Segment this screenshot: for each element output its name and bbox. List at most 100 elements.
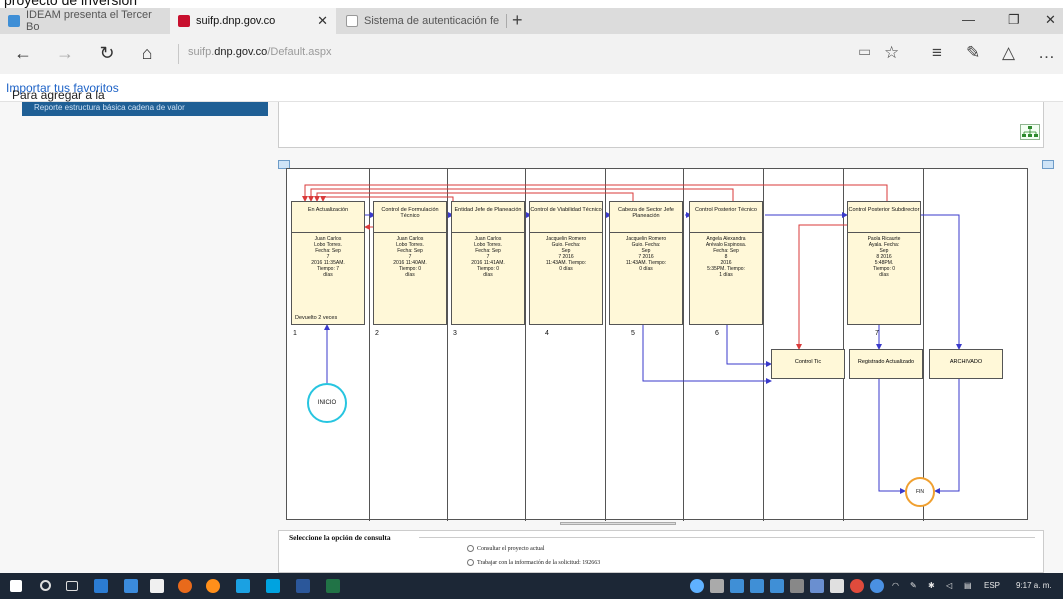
tray-app-icon[interactable] — [710, 579, 724, 593]
consult-panel: Seleccione la opción de consulta Consult… — [278, 530, 1044, 573]
edge-icon[interactable] — [94, 579, 108, 593]
stage-cabeza-sector[interactable]: Cabeza de Sector Jefe Planeación Jacquel… — [609, 201, 683, 325]
node-control-tic[interactable]: Control Tic — [771, 349, 845, 379]
minimize-icon[interactable]: — — [962, 12, 975, 27]
stage-detail: Paola Ricaurte Ayala. Fecha: Sep 8 2016 5:48… — [867, 236, 901, 278]
top-panel — [278, 102, 1044, 148]
chrome-icon[interactable] — [178, 579, 192, 593]
reading-view-icon[interactable]: ▭ — [858, 43, 871, 60]
store-icon[interactable] — [150, 579, 164, 593]
firefox-icon[interactable] — [206, 579, 220, 593]
refresh-icon[interactable]: ↻ — [96, 43, 118, 64]
org-chart-icon[interactable] — [1020, 124, 1040, 140]
stage-number: 2 — [375, 330, 379, 337]
ideam-favicon-icon — [8, 15, 20, 27]
tab-autenticacion[interactable]: Sistema de autenticación fe — [338, 8, 504, 34]
home-icon[interactable]: ⌂ — [136, 43, 158, 64]
radio-icon[interactable] — [467, 545, 474, 552]
stage-title: En Actualización — [292, 202, 364, 233]
hub-icon[interactable]: ≡ — [932, 43, 942, 63]
stage-control-posterior-tecnico[interactable]: Control Posterior Técnico Angela Alexand… — [689, 201, 763, 325]
close-tab-icon[interactable]: ✕ — [317, 13, 328, 29]
tab-label: IDEAM presenta el Tercer Bo — [26, 9, 152, 33]
clock[interactable]: 9:17 a. m. — [1016, 581, 1052, 590]
page-content: Reporte estructura básica cadena de valo… — [0, 102, 1063, 573]
web-note-icon[interactable]: ✎ — [966, 43, 980, 63]
share-icon[interactable]: △ — [1002, 43, 1015, 63]
tray-app-icon[interactable] — [790, 579, 804, 593]
stage-control-viabilidad[interactable]: Control de Viabilidad Técnico Jacquelin … — [529, 201, 603, 325]
tab-divider — [506, 14, 507, 28]
volume-icon[interactable]: ◁ — [946, 581, 952, 590]
search-icon[interactable] — [40, 580, 51, 591]
excel-icon[interactable] — [326, 579, 340, 593]
more-icon[interactable]: … — [1038, 43, 1055, 63]
language-indicator[interactable]: ESP — [984, 581, 1000, 590]
tray-app-icon[interactable] — [850, 579, 864, 593]
task-view-icon[interactable] — [66, 581, 78, 591]
notifications-icon[interactable]: ▤ — [964, 581, 972, 590]
heading-rule — [419, 537, 1035, 538]
node-registrado-actualizado[interactable]: Registrado Actualizado — [849, 349, 923, 379]
url-field[interactable]: suifp.dnp.gov.co/Default.aspx — [188, 46, 332, 58]
restore-icon[interactable]: ❐ — [1008, 12, 1020, 28]
diagram-scrollbar[interactable] — [560, 522, 676, 525]
returned-count: Devuelto 2 veces — [295, 315, 338, 321]
skype-icon[interactable] — [266, 579, 280, 593]
sidebar-menu-item[interactable]: Reporte estructura básica cadena de valo… — [22, 102, 268, 116]
stage-control-formulacion[interactable]: Control de Formulación Técnico Juan Carl… — [373, 201, 447, 325]
stage-en-actualizacion[interactable]: En Actualización Juan Carlos Lobo Torres.… — [291, 201, 365, 325]
file-explorer-icon[interactable] — [124, 579, 138, 593]
close-window-icon[interactable]: ✕ — [1045, 12, 1056, 28]
stage-title: Control Posterior Técnico — [690, 202, 762, 233]
stage-number: 4 — [545, 330, 549, 337]
tray-app-icon[interactable] — [810, 579, 824, 593]
tab-suifp[interactable]: suifp.dnp.gov.co ✕ — [170, 8, 336, 34]
address-divider — [178, 44, 179, 64]
stage-detail: Angela Alexandra Arévalo Espinosa. Fecha: … — [705, 236, 747, 278]
node-archivado[interactable]: ARCHIVADO — [929, 349, 1003, 379]
stage-detail: Juan Carlos Lobo Torres. Fecha: Sep 7 2016 1… — [471, 236, 505, 278]
stage-number: 7 — [875, 330, 879, 337]
favorite-star-icon[interactable]: ☆ — [884, 43, 899, 63]
stage-title: Control Posterior Subdirector — [848, 202, 920, 233]
tray-app-icon[interactable] — [770, 579, 784, 593]
stage-title: Control de Viabilidad Técnico — [530, 202, 602, 233]
option-trabajar[interactable]: Trabajar con la información de la solici… — [467, 559, 600, 566]
outlook-icon[interactable] — [236, 579, 250, 593]
address-bar: ← → ↻ ⌂ suifp.dnp.gov.co/Default.aspx ▭ … — [0, 34, 1063, 74]
windows-start-icon[interactable] — [10, 580, 22, 592]
stage-number: 3 — [453, 330, 457, 337]
back-icon[interactable]: ← — [12, 43, 34, 64]
collapse-right-icon[interactable] — [1042, 160, 1054, 169]
tab-bar: IDEAM presenta el Tercer Bo suifp.dnp.go… — [0, 8, 1063, 34]
tray-app-icon[interactable] — [830, 579, 844, 593]
stage-detail: Jacquelin Romero Guio. Fecha: Sep 7 2016 11:… — [625, 236, 667, 272]
word-icon[interactable] — [296, 579, 310, 593]
node-inicio[interactable]: INICIO — [307, 383, 347, 423]
wifi-icon[interactable]: ◠ — [892, 581, 899, 590]
forward-icon[interactable]: → — [54, 43, 76, 64]
stage-detail: Juan Carlos Lobo Torres. Fecha: Sep 7 2016 1… — [393, 236, 427, 278]
consult-heading: Seleccione la opción de consulta — [289, 533, 391, 542]
stage-title: Entidad Jefe de Planeación — [452, 202, 524, 233]
tab-label: suifp.dnp.gov.co — [196, 15, 276, 27]
radio-icon[interactable] — [467, 559, 474, 566]
node-fin[interactable]: FIN — [905, 477, 935, 507]
page-favicon-icon — [346, 15, 358, 27]
stage-title: Cabeza de Sector Jefe Planeación — [610, 202, 682, 233]
tray-app-icon[interactable] — [690, 579, 704, 593]
stage-entidad-jefe[interactable]: Entidad Jefe de Planeación Juan Carlos Lo… — [451, 201, 525, 325]
tray-app-icon[interactable] — [870, 579, 884, 593]
tab-ideam[interactable]: IDEAM presenta el Tercer Bo — [0, 8, 168, 34]
stage-number: 6 — [715, 330, 719, 337]
tray-app-icon[interactable] — [750, 579, 764, 593]
pen-icon[interactable]: ✎ — [910, 581, 917, 590]
stage-control-posterior-subdirector[interactable]: Control Posterior Subdirector Paola Rica… — [847, 201, 921, 325]
taskbar: ◠ ✎ ✱ ◁ ▤ ESP 9:17 a. m. — [0, 573, 1063, 599]
option-consultar[interactable]: Consultar el proyecto actual — [467, 545, 544, 552]
bluetooth-icon[interactable]: ✱ — [928, 581, 935, 590]
tray-app-icon[interactable] — [730, 579, 744, 593]
new-tab-icon[interactable]: + — [512, 10, 523, 31]
stage-number: 1 — [293, 330, 297, 337]
